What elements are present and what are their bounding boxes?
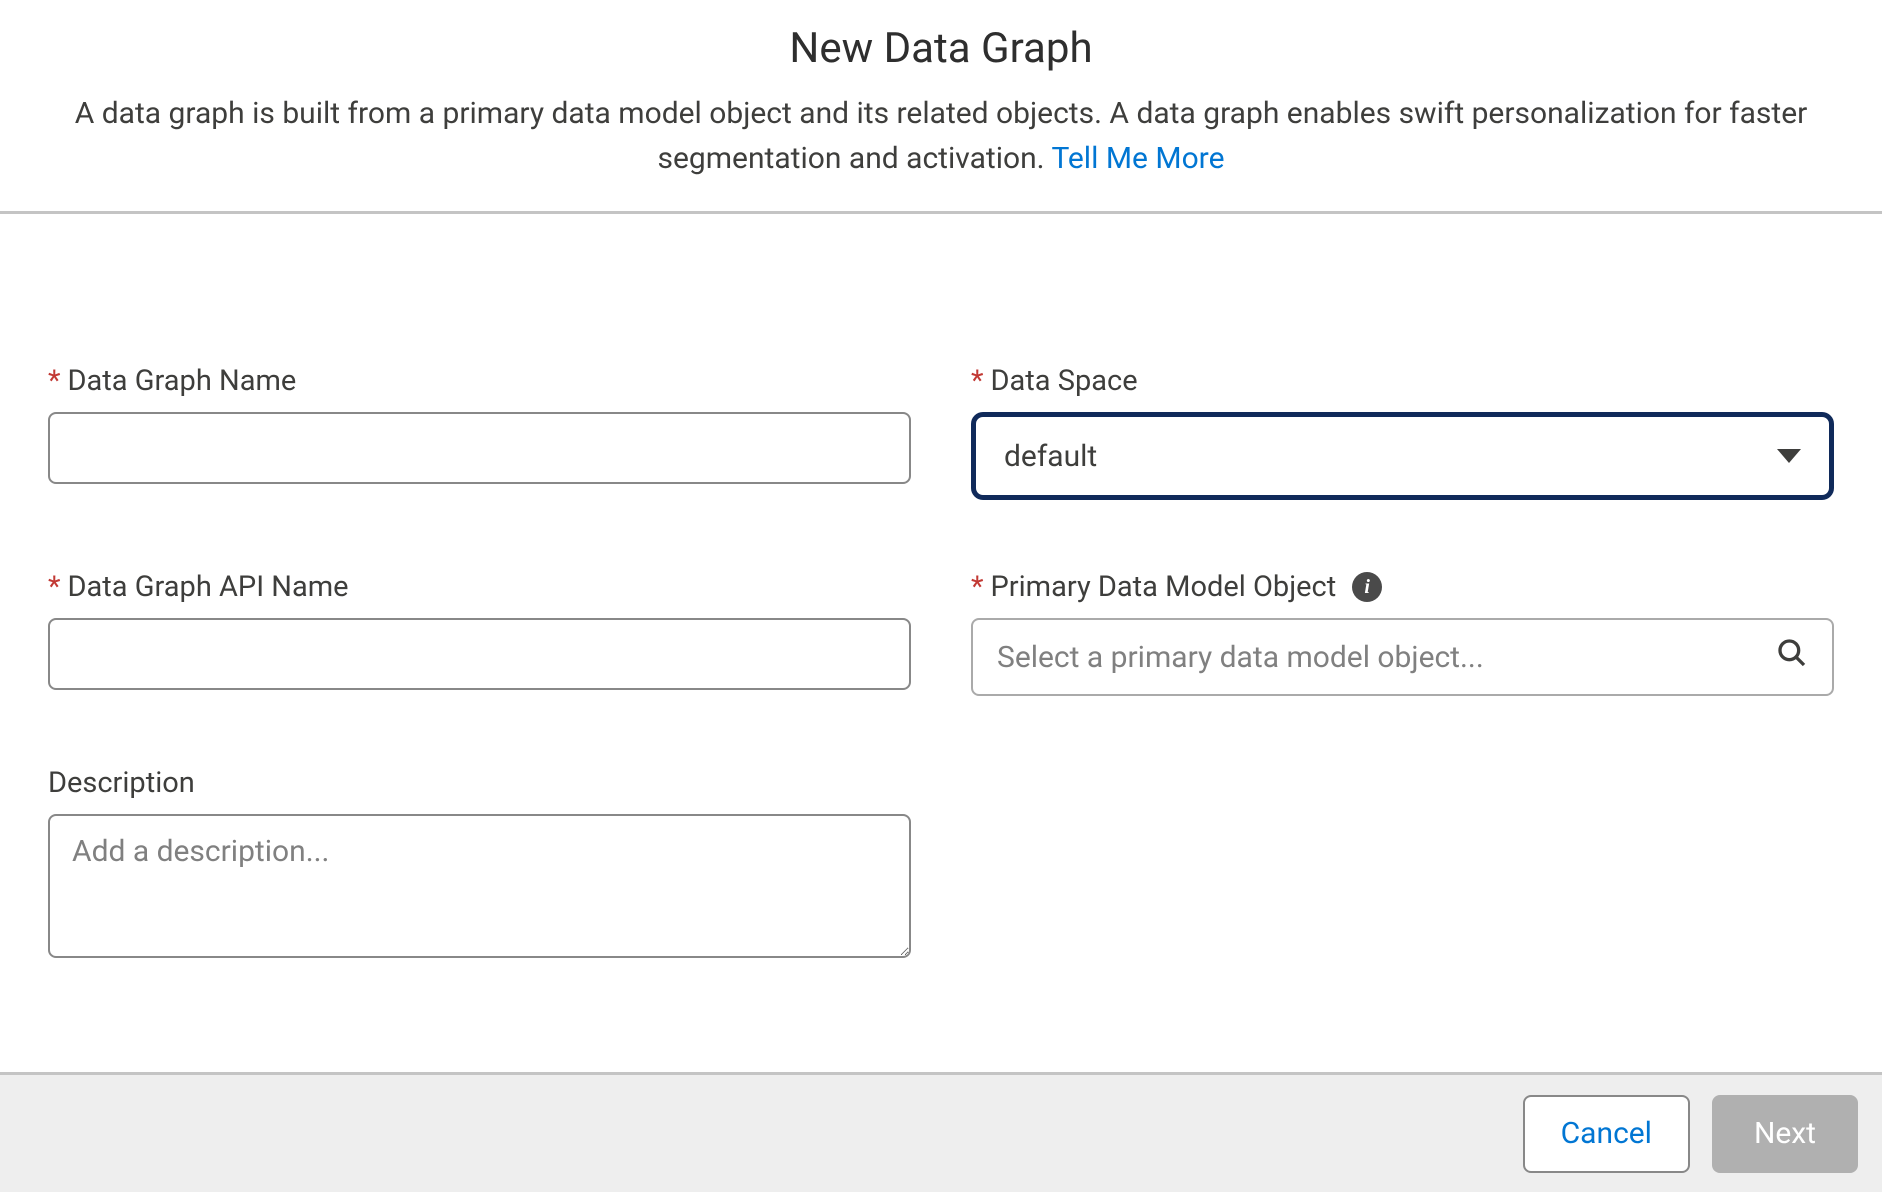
primary-dmo-placeholder: Select a primary data model object... [997, 640, 1484, 675]
data-space-label: * Data Space [971, 364, 1834, 398]
subtitle-text: A data graph is built from a primary dat… [75, 96, 1808, 176]
data-graph-api-name-label: * Data Graph API Name [48, 570, 911, 604]
data-graph-name-input[interactable] [48, 412, 911, 484]
chevron-down-icon [1777, 449, 1801, 463]
dialog-header: New Data Graph A data graph is built fro… [0, 0, 1882, 244]
page-title: New Data Graph [0, 24, 1882, 73]
label-text: Primary Data Model Object [991, 570, 1337, 604]
header-divider [0, 211, 1882, 214]
label-text: Data Graph Name [68, 364, 297, 398]
label-text: Data Graph API Name [68, 570, 349, 604]
tell-me-more-link[interactable]: Tell Me More [1051, 141, 1224, 176]
primary-dmo-label: * Primary Data Model Object i [971, 570, 1834, 604]
description-label: Description [48, 766, 911, 800]
info-icon[interactable]: i [1352, 572, 1382, 602]
label-text: Data Space [991, 364, 1138, 398]
data-graph-name-label: * Data Graph Name [48, 364, 911, 398]
required-asterisk: * [48, 364, 61, 398]
description-group: Description [48, 766, 911, 958]
primary-dmo-lookup[interactable]: Select a primary data model object... [971, 618, 1834, 696]
required-asterisk: * [971, 570, 984, 604]
form-area: * Data Graph Name * Data Space default *… [0, 244, 1882, 958]
label-text: Description [48, 766, 195, 800]
data-graph-api-name-input[interactable] [48, 618, 911, 690]
data-space-select[interactable]: default [971, 412, 1834, 500]
data-space-group: * Data Space default [971, 364, 1834, 500]
cancel-button[interactable]: Cancel [1523, 1095, 1690, 1173]
dialog-footer: Cancel Next [0, 1072, 1882, 1192]
data-space-value: default [1004, 439, 1097, 474]
next-button[interactable]: Next [1712, 1095, 1858, 1173]
primary-dmo-group: * Primary Data Model Object i Select a p… [971, 570, 1834, 696]
search-icon [1776, 637, 1808, 677]
required-asterisk: * [48, 570, 61, 604]
description-textarea[interactable] [48, 814, 911, 958]
required-asterisk: * [971, 364, 984, 398]
page-subtitle: A data graph is built from a primary dat… [1, 91, 1881, 181]
data-graph-name-group: * Data Graph Name [48, 364, 911, 500]
data-graph-api-name-group: * Data Graph API Name [48, 570, 911, 696]
